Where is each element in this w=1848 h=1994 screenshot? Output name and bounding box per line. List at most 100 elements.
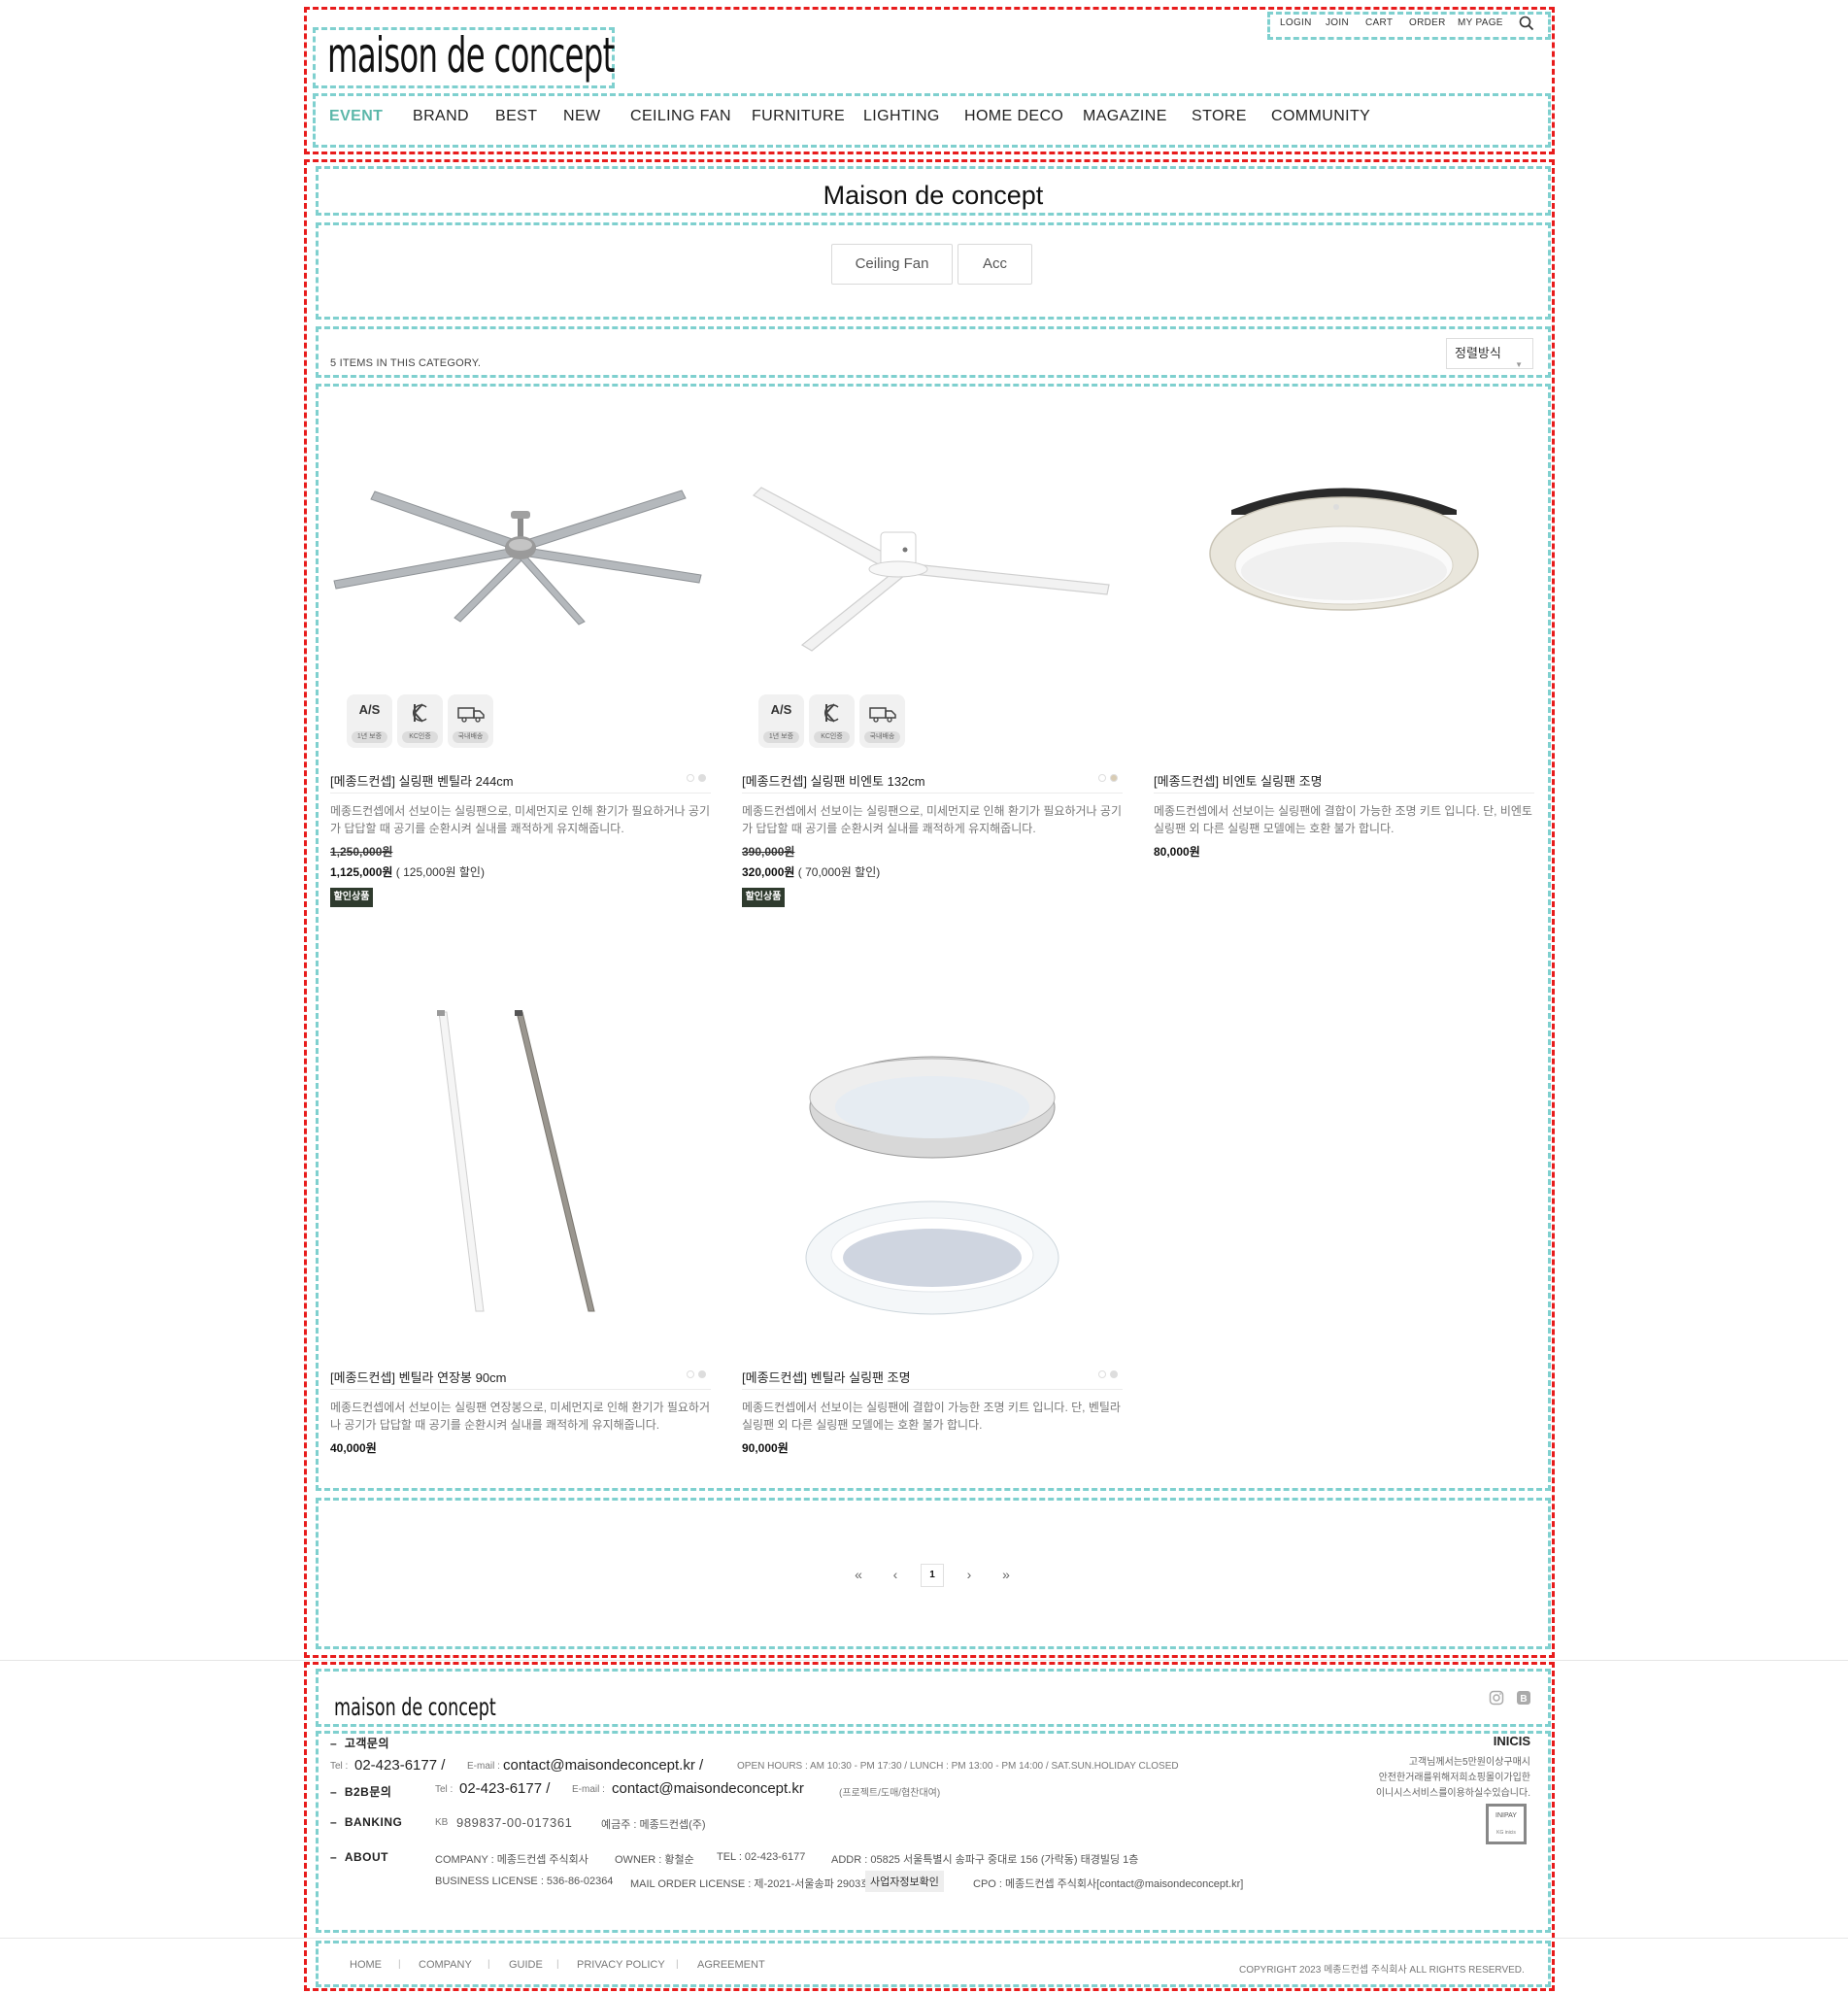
as-caption: 1년 보증 — [352, 731, 387, 743]
price-value: 320,000원 — [742, 865, 795, 879]
banking-label-text: BANKING — [344, 1815, 403, 1829]
page-prev-button[interactable]: ‹ — [884, 1567, 907, 1582]
kc-cert-icon: KC인증 — [809, 694, 855, 748]
chevron-down-icon: ▼ — [1515, 360, 1523, 369]
join-link[interactable]: JOIN — [1326, 17, 1349, 28]
footer-home-link[interactable]: HOME — [350, 1959, 382, 1971]
nav-ceiling-fan[interactable]: CEILING FAN — [630, 108, 731, 125]
discount-amount: ( 70,000원 할인) — [797, 865, 881, 879]
about-label-text: ABOUT — [344, 1850, 389, 1864]
bank-name: KB — [435, 1817, 449, 1828]
footer-agreement-link[interactable]: AGREEMENT — [697, 1959, 765, 1971]
divider — [742, 1389, 1123, 1390]
search-icon[interactable] — [1519, 16, 1534, 31]
color-swatch — [1098, 1370, 1106, 1378]
delivery-icon: 국내배송 — [448, 694, 493, 748]
nav-brand[interactable]: BRAND — [413, 108, 469, 125]
footer-privacy-link[interactable]: PRIVACY POLICY — [577, 1959, 665, 1971]
b2b-label-text: B2B문의 — [344, 1785, 392, 1799]
price-sale: 1,125,000원 ( 125,000원 할인) — [330, 863, 485, 880]
product-desc: 메종드컨셉에서 선보이는 실링팬 연장봉으로, 미세먼지로 인해 환기가 필요하… — [330, 1401, 710, 1432]
color-swatch — [698, 1370, 706, 1378]
inipay-mark-bottom: KG inicis — [1496, 1830, 1516, 1836]
banking-label: – BANKING — [330, 1815, 403, 1829]
footer-guide-link[interactable]: GUIDE — [509, 1959, 543, 1971]
b2b-tel[interactable]: 02-423-6177 / — [459, 1780, 550, 1797]
cs-tel[interactable]: 02-423-6177 / — [354, 1757, 445, 1774]
copyright: COPYRIGHT 2023 메종드컨셉 주식회사 ALL RIGHTS RES… — [1239, 1965, 1525, 1976]
site-logo[interactable]: maison de concept — [327, 31, 615, 80]
product-name[interactable]: [메종드컨셉] 실링팬 비엔토 132cm — [742, 771, 925, 790]
about-mail-order: MAIL ORDER LICENSE : 제-2021-서울송파 2903호 — [630, 1878, 871, 1890]
nav-furniture[interactable]: FURNITURE — [752, 108, 845, 125]
product-name[interactable]: [메종드컨셉] 벤틸라 연장봉 90cm — [330, 1368, 506, 1386]
page-next-button[interactable]: › — [958, 1567, 981, 1582]
page-1-button[interactable]: 1 — [921, 1564, 944, 1587]
divider — [330, 1389, 711, 1390]
page-title: Maison de concept — [823, 181, 1044, 210]
about-tel: TEL : 02-423-6177 — [717, 1851, 806, 1863]
product-image[interactable] — [330, 1000, 711, 1321]
product-name[interactable]: [메종드컨셉] 비엔토 실링팬 조명 — [1154, 771, 1323, 790]
nav-home-deco[interactable]: HOME DECO — [964, 108, 1063, 125]
b2b-label: – B2B문의 — [330, 1785, 392, 1799]
biz-info-check-button[interactable]: 사업자정보확인 — [865, 1871, 944, 1892]
product-image[interactable] — [742, 1039, 1123, 1321]
discount-amount: ( 125,000원 할인) — [395, 865, 485, 879]
about-license: BUSINESS LICENSE : 536-86-02364 — [435, 1876, 614, 1887]
as-label: A/S — [770, 702, 792, 717]
color-swatch — [687, 774, 694, 782]
inipay-mark-icon[interactable]: INIPAY KG inicis — [1486, 1804, 1527, 1844]
bank-holder: 예금주 : 메종드컨셉(주) — [601, 1819, 706, 1831]
sort-select[interactable]: 정렬방식 ▼ — [1446, 338, 1533, 369]
separator: | — [398, 1959, 401, 1970]
separator: | — [676, 1959, 679, 1970]
kc-caption: KC인증 — [402, 731, 438, 743]
about-owner: OWNER : 황철순 — [615, 1854, 694, 1866]
page-first-button[interactable]: « — [847, 1567, 870, 1582]
delivery-caption: 국내배송 — [864, 731, 900, 743]
nav-community[interactable]: COMMUNITY — [1271, 108, 1370, 125]
blog-icon[interactable]: B — [1516, 1690, 1531, 1706]
nav-new[interactable]: NEW — [563, 108, 601, 125]
nav-best[interactable]: BEST — [495, 108, 537, 125]
separator: | — [487, 1959, 490, 1970]
tab-ceiling-fan[interactable]: Ceiling Fan — [831, 244, 953, 285]
as-caption: 1년 보증 — [763, 731, 799, 743]
separator: | — [556, 1959, 559, 1970]
inipay-mark-top: INIPAY — [1495, 1812, 1517, 1819]
kc-caption: KC인증 — [814, 731, 850, 743]
cs-email[interactable]: contact@maisondeconcept.kr / — [503, 1757, 703, 1774]
instagram-icon[interactable] — [1489, 1690, 1504, 1706]
footer-logo[interactable]: maison de concept — [334, 1693, 496, 1721]
nav-lighting[interactable]: LIGHTING — [863, 108, 940, 125]
product-name[interactable]: [메종드컨셉] 실링팬 벤틸라 244cm — [330, 771, 514, 790]
mypage-link[interactable]: MY PAGE — [1458, 17, 1503, 28]
product-desc: 메종드컨셉에서 선보이는 실링팬에 결합이 가능한 조명 키트 입니다. 단, … — [1154, 804, 1532, 835]
divider — [742, 793, 1123, 794]
b2b-email[interactable]: contact@maisondeconcept.kr — [612, 1780, 804, 1797]
login-link[interactable]: LOGIN — [1280, 17, 1312, 28]
inicis-line: 고객님께서는5만원이상구매시 — [1408, 1757, 1530, 1768]
nav-store[interactable]: STORE — [1192, 108, 1247, 125]
bank-account: 989837-00-017361 — [456, 1815, 573, 1830]
svg-text:B: B — [1520, 1694, 1527, 1705]
product-image[interactable] — [330, 427, 711, 670]
bottom-divider — [0, 1938, 1848, 1939]
order-link[interactable]: ORDER — [1409, 17, 1446, 28]
tab-acc[interactable]: Acc — [958, 244, 1032, 285]
kc-cert-icon: KC인증 — [397, 694, 443, 748]
color-swatch — [1110, 774, 1118, 782]
product-image[interactable] — [1154, 427, 1534, 670]
nav-event[interactable]: EVENT — [329, 108, 383, 125]
as-warranty-icon: A/S 1년 보증 — [347, 694, 392, 748]
product-name[interactable]: [메종드컨셉] 벤틸라 실링팬 조명 — [742, 1368, 911, 1386]
footer-divider — [0, 1660, 1848, 1661]
inicis-line: 안전한거래를위해저희쇼핑몰이가입한 — [1378, 1773, 1530, 1783]
page-last-button[interactable]: » — [994, 1567, 1018, 1582]
footer-company-link[interactable]: COMPANY — [419, 1959, 472, 1971]
sale-badge: 할인상품 — [330, 888, 373, 907]
product-image[interactable] — [742, 427, 1123, 670]
nav-magazine[interactable]: MAGAZINE — [1083, 108, 1167, 125]
cart-link[interactable]: CART — [1365, 17, 1393, 28]
